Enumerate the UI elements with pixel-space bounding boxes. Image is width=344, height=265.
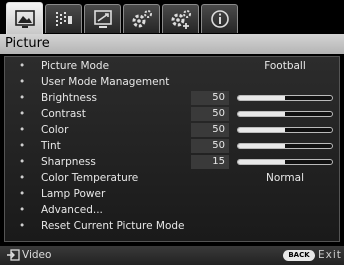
menu-item-value: Normal <box>266 172 304 184</box>
bullet-icon: • <box>19 60 26 72</box>
bullet-icon: • <box>19 188 26 200</box>
menu-item-label: Reset Current Picture Mode <box>41 220 185 232</box>
system-setup-icon <box>132 10 152 28</box>
menu-item-picture-mode[interactable]: • Picture Mode Football <box>5 58 339 74</box>
bullet-icon: • <box>19 156 26 168</box>
picture-icon <box>14 9 35 28</box>
menu-item-brightness[interactable]: • Brightness 50 <box>5 90 339 106</box>
sharpness-slider[interactable] <box>237 159 333 165</box>
bullet-icon: • <box>19 220 26 232</box>
menu-item-number: 50 <box>191 91 229 105</box>
bullet-icon: • <box>19 124 26 136</box>
exit-label: Exit <box>318 249 342 261</box>
menu-item-color-temperature[interactable]: • Color Temperature Normal <box>5 170 339 186</box>
slider-fill <box>238 96 285 100</box>
tab-picture[interactable] <box>6 2 43 34</box>
footer-bar: Video BACK Exit <box>0 246 344 265</box>
page-title: Picture <box>0 34 344 54</box>
audio-settings-icon <box>55 12 72 26</box>
menu-item-label: Sharpness <box>41 156 96 168</box>
menu-item-label: User Mode Management <box>41 76 170 88</box>
tab-system-setup[interactable] <box>123 4 160 33</box>
advanced-setup-icon <box>171 10 191 29</box>
bullet-icon: • <box>19 204 26 216</box>
menu-item-value: Football <box>264 60 306 72</box>
color-slider[interactable] <box>237 127 333 133</box>
bullet-icon: • <box>19 140 26 152</box>
menu-item-label: Color <box>41 124 69 136</box>
display-icon <box>93 10 112 28</box>
menu-item-advanced[interactable]: • Advanced... <box>5 202 339 218</box>
menu-item-label: Contrast <box>41 108 86 120</box>
menu-item-label: Picture Mode <box>41 60 110 72</box>
menu-item-number: 15 <box>191 155 229 169</box>
tab-display[interactable] <box>84 4 121 33</box>
menu-item-label: Brightness <box>41 92 97 104</box>
tint-slider[interactable] <box>237 143 333 149</box>
slider-fill <box>238 144 285 148</box>
exit-arrow-icon[interactable] <box>6 249 20 261</box>
tab-audio-settings[interactable] <box>45 4 82 33</box>
menu-item-number: 50 <box>191 123 229 137</box>
tab-advanced-setup[interactable] <box>162 4 199 33</box>
brightness-slider[interactable] <box>237 95 333 101</box>
menu-item-reset-picture-mode[interactable]: • Reset Current Picture Mode <box>5 218 339 234</box>
tab-information[interactable] <box>201 4 238 33</box>
menu-item-sharpness[interactable]: • Sharpness 15 <box>5 154 339 170</box>
menu-item-number: 50 <box>191 139 229 153</box>
slider-fill <box>238 128 285 132</box>
picture-menu: • Picture Mode Football • User Mode Mana… <box>4 56 340 242</box>
menu-item-contrast[interactable]: • Contrast 50 <box>5 106 339 122</box>
menu-item-lamp-power[interactable]: • Lamp Power <box>5 186 339 202</box>
back-target-label: Video <box>22 249 52 261</box>
menu-item-label: Color Temperature <box>41 172 139 184</box>
slider-fill <box>238 112 285 116</box>
bullet-icon: • <box>19 92 26 104</box>
info-icon <box>210 10 229 28</box>
menu-item-user-mode-management[interactable]: • User Mode Management <box>5 74 339 90</box>
back-button[interactable]: BACK <box>283 250 315 261</box>
tab-bar <box>0 0 344 34</box>
contrast-slider[interactable] <box>237 111 333 117</box>
menu-item-number: 50 <box>191 107 229 121</box>
bullet-icon: • <box>19 76 26 88</box>
menu-item-label: Lamp Power <box>41 188 106 200</box>
menu-item-label: Advanced... <box>41 204 103 216</box>
menu-item-label: Tint <box>41 140 61 152</box>
slider-fill <box>238 160 285 164</box>
menu-item-color[interactable]: • Color 50 <box>5 122 339 138</box>
bullet-icon: • <box>19 172 26 184</box>
bullet-icon: • <box>19 108 26 120</box>
menu-item-tint[interactable]: • Tint 50 <box>5 138 339 154</box>
